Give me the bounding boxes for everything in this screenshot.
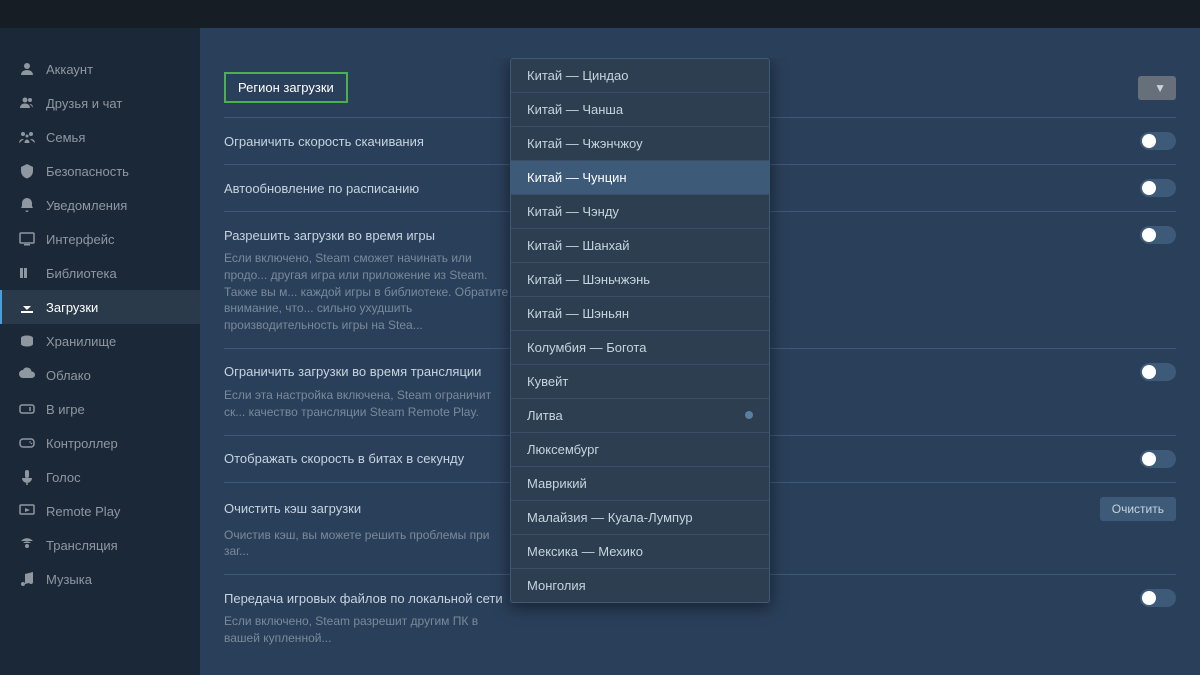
sidebar-item-label-account: Аккаунт [46, 62, 93, 77]
ingame-icon [18, 400, 36, 418]
setting-desc-local-transfer: Если включено, Steam разрешит другим ПК … [224, 613, 514, 647]
sidebar-item-notifications[interactable]: Уведомления [0, 188, 200, 222]
dropdown-item-china-changsha[interactable]: Китай — Чанша [511, 93, 769, 127]
sidebar-item-label-ingame: В игре [46, 402, 85, 417]
remoteplay-icon [18, 502, 36, 520]
dropdown-item-china-shenzhen[interactable]: Китай — Шэньчжэнь [511, 263, 769, 297]
sidebar-item-label-cloud: Облако [46, 368, 91, 383]
sidebar-nav: Аккаунт Друзья и чат Семья Безопасность Увед… [0, 52, 200, 596]
sidebar-item-library[interactable]: Библиотека [0, 256, 200, 290]
sidebar-item-broadcast[interactable]: Трансляция [0, 528, 200, 562]
dropdown-item-luxembourg[interactable]: Люксембург [511, 433, 769, 467]
account-icon [18, 60, 36, 78]
broadcast-icon [18, 536, 36, 554]
sidebar-item-friends[interactable]: Друзья и чат [0, 86, 200, 120]
dropdown-item-lithuania[interactable]: Литва [511, 399, 769, 433]
notifications-icon [18, 196, 36, 214]
sidebar-item-remoteplay[interactable]: Remote Play [0, 494, 200, 528]
sidebar-item-ingame[interactable]: В игре [0, 392, 200, 426]
sidebar-item-label-music: Музыка [46, 572, 92, 587]
toggle-auto-update[interactable] [1140, 179, 1176, 197]
sidebar-item-storage[interactable]: Хранилище [0, 324, 200, 358]
titlebar [0, 0, 1200, 28]
sidebar-item-interface[interactable]: Интерфейс [0, 222, 200, 256]
dropdown-item-china-shanghai[interactable]: Китай — Шанхай [511, 229, 769, 263]
dropdown-item-malaysia-kl[interactable]: Малайзия — Куала-Лумпур [511, 501, 769, 535]
toggle-limit-during-broadcast[interactable] [1140, 363, 1176, 381]
music-icon [18, 570, 36, 588]
dropdown-overlay[interactable]: Китай — ЦиндаоКитай — ЧаншаКитай — Чжэнч… [510, 58, 770, 603]
toggle-limit-speed[interactable] [1140, 132, 1176, 150]
sidebar-item-label-voice: Голос [46, 470, 81, 485]
setting-label-limit-during-broadcast: Ограничить загрузки во время трансляции [224, 364, 481, 379]
content-header [200, 28, 1200, 58]
dropdown-item-china-shenyang[interactable]: Китай — Шэньян [511, 297, 769, 331]
dropdown-item-mexico-mexico[interactable]: Мексика — Мехико [511, 535, 769, 569]
setting-label-local-transfer: Передача игровых файлов по локальной сет… [224, 591, 503, 606]
setting-label-show-speed: Отображать скорость в битах в секунду [224, 451, 464, 466]
sidebar-title [0, 40, 200, 52]
maximize-button[interactable] [1150, 5, 1168, 23]
sidebar-item-label-downloads: Загрузки [46, 300, 98, 315]
sidebar-item-label-broadcast: Трансляция [46, 538, 118, 553]
controller-icon [18, 434, 36, 452]
sidebar-item-label-security: Безопасность [46, 164, 129, 179]
sidebar-item-music[interactable]: Музыка [0, 562, 200, 596]
friends-icon [18, 94, 36, 112]
sidebar-item-label-family: Семья [46, 130, 85, 145]
dropdown-item-mauritius[interactable]: Маврикий [511, 467, 769, 501]
sidebar-item-downloads[interactable]: Загрузки [0, 290, 200, 324]
sidebar-item-cloud[interactable]: Облако [0, 358, 200, 392]
app-body: Аккаунт Друзья и чат Семья Безопасность Увед… [0, 28, 1200, 675]
sidebar-item-label-storage: Хранилище [46, 334, 116, 349]
sidebar-item-family[interactable]: Семья [0, 120, 200, 154]
sidebar-item-label-controller: Контроллер [46, 436, 118, 451]
sidebar: Аккаунт Друзья и чат Семья Безопасность Увед… [0, 28, 200, 675]
setting-label-limit-speed: Ограничить скорость скачивания [224, 134, 424, 149]
dropdown-item-china-qingdao[interactable]: Китай — Циндао [511, 59, 769, 93]
dropdown-item-china-zhengzhou[interactable]: Китай — Чжэнчжоу [511, 127, 769, 161]
cloud-icon [18, 366, 36, 384]
setting-label-download-region: Регион загрузки [224, 72, 348, 103]
setting-label-allow-during-game: Разрешить загрузки во время игры [224, 228, 435, 243]
close-button[interactable] [1174, 5, 1192, 23]
dropdown-item-china-chongqing[interactable]: Китай — Чунцин [511, 161, 769, 195]
sidebar-item-label-library: Библиотека [46, 266, 117, 281]
voice-icon [18, 468, 36, 486]
dropdown-item-china-chengdu[interactable]: Китай — Чэнду [511, 195, 769, 229]
setting-label-clear-cache: Очистить кэш загрузки [224, 501, 361, 516]
sidebar-item-label-friends: Друзья и чат [46, 96, 122, 111]
security-icon [18, 162, 36, 180]
sidebar-item-account[interactable]: Аккаунт [0, 52, 200, 86]
library-icon [18, 264, 36, 282]
sidebar-item-label-interface: Интерфейс [46, 232, 114, 247]
toggle-show-speed[interactable] [1140, 450, 1176, 468]
storage-icon [18, 332, 36, 350]
action-button-clear-cache[interactable]: Очистить [1100, 497, 1176, 521]
toggle-allow-during-game[interactable] [1140, 226, 1176, 244]
sidebar-item-label-remoteplay: Remote Play [46, 504, 120, 519]
sidebar-item-security[interactable]: Безопасность [0, 154, 200, 188]
settings-scroll[interactable]: Регион загрузки ▼ Ограничить скорость скач… [200, 58, 1200, 675]
dropdown-trigger-download-region[interactable]: ▼ [1138, 76, 1176, 100]
dropdown-item-mongolia[interactable]: Монголия [511, 569, 769, 602]
interface-icon [18, 230, 36, 248]
dropdown-item-kuwait[interactable]: Кувейт [511, 365, 769, 399]
sidebar-item-voice[interactable]: Голос [0, 460, 200, 494]
family-icon [18, 128, 36, 146]
setting-desc-limit-during-broadcast: Если эта настройка включена, Steam огран… [224, 387, 514, 421]
sidebar-item-label-notifications: Уведомления [46, 198, 127, 213]
toggle-local-transfer[interactable] [1140, 589, 1176, 607]
downloads-icon [18, 298, 36, 316]
scroll-indicator [745, 411, 753, 419]
sidebar-item-controller[interactable]: Контроллер [0, 426, 200, 460]
setting-desc-allow-during-game: Если включено, Steam сможет начинать или… [224, 250, 514, 334]
content-area: Регион загрузки ▼ Ограничить скорость скач… [200, 28, 1200, 675]
setting-desc-clear-cache: Очистив кэш, вы можете решить проблемы п… [224, 527, 514, 561]
dropdown-item-colombia-bogota[interactable]: Колумбия — Богота [511, 331, 769, 365]
chevron-down-icon: ▼ [1154, 81, 1166, 95]
setting-label-auto-update: Автообновление по расписанию [224, 181, 419, 196]
minimize-button[interactable] [1126, 5, 1144, 23]
